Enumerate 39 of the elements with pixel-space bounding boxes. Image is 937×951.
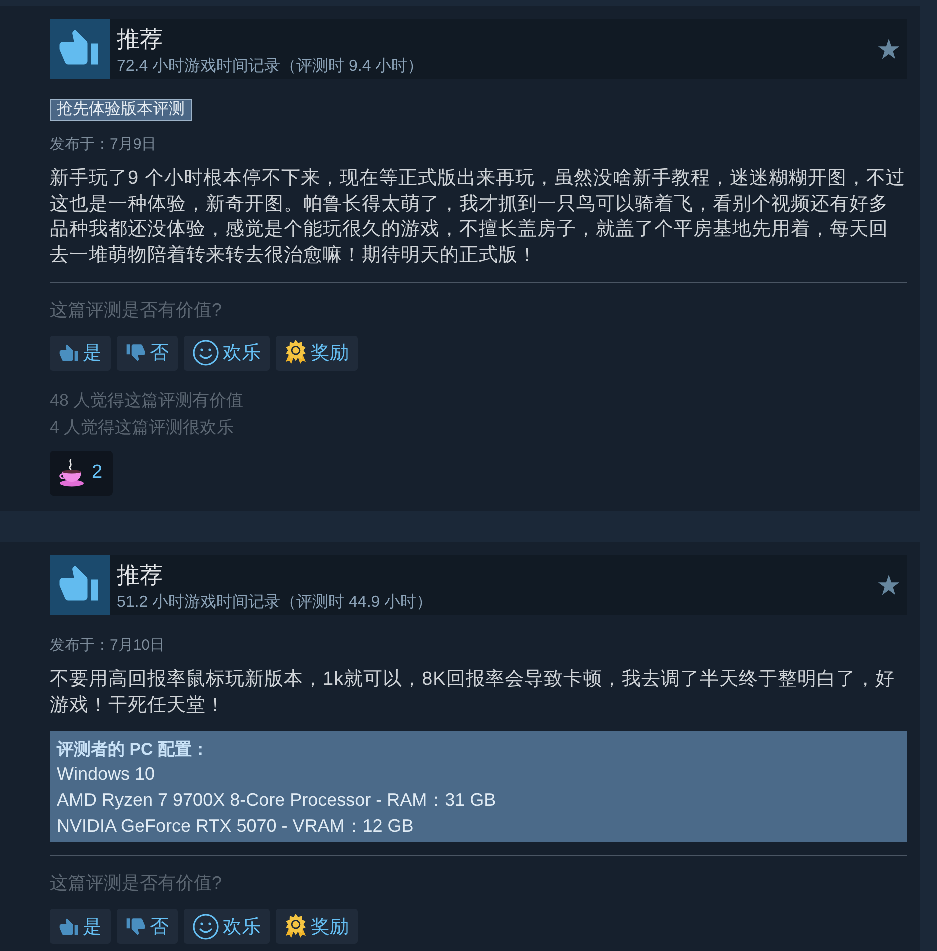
teacup-icon [59, 459, 85, 488]
yes-button[interactable]: 是 [50, 336, 111, 371]
verdict-title: 推荐 [117, 25, 164, 53]
vote-count-text: 48 人觉得这篇评测有价值 [50, 390, 245, 412]
smiley-icon [193, 340, 219, 366]
early-access-tag: 抢先体验版本评测 [50, 99, 192, 121]
no-button[interactable]: 否 [117, 336, 178, 371]
helpful-prompt: 这篇评测是否有价值? [50, 298, 224, 321]
review-text: 不要用高回报率鼠标玩新版本，1k就可以，8K回报率会导致卡顿，我去调了半天终于整明白了，好游戏！干死任天堂！ [50, 668, 896, 718]
pc-specs-title: 评测者的 PC 配置： [57, 739, 210, 762]
award-button[interactable]: 奖励 [276, 909, 358, 944]
post-date: 发布于：7月9日 [50, 136, 158, 154]
thumbs-up-icon [50, 554, 110, 615]
smiley-icon [193, 914, 219, 940]
award-button[interactable]: 奖励 [276, 336, 358, 371]
pc-spec-line: AMD Ryzen 7 9700X 8-Core Processor - RAM：31 GB [57, 789, 498, 812]
thumbs-up-icon [59, 343, 79, 364]
playtime-text: 72.4 小时游戏时间记录（评测时 9.4 小时） [117, 57, 424, 77]
star-icon [878, 574, 900, 596]
medal-icon [285, 340, 307, 366]
pc-spec-line: Windows 10 [57, 763, 156, 786]
star-icon [878, 39, 900, 60]
playtime-text: 51.2 小时游戏时间记录（评测时 44.9 小时） [117, 592, 433, 613]
thumbs-down-icon [126, 916, 146, 937]
funny-button[interactable]: 欢乐 [184, 336, 270, 371]
thumbs-up-icon [50, 19, 110, 79]
vote-count-text: 4 人觉得这篇评测很欢乐 [50, 416, 236, 439]
medal-icon [285, 914, 307, 940]
helpful-prompt: 这篇评测是否有价值? [50, 872, 224, 894]
verdict-title: 推荐 [117, 560, 164, 589]
review-text: 新手玩了9 个小时根本停不下来，现在等正式版出来再玩，虽然没啥新手教程，迷迷糊糊开图，不过这也是一种体验，新奇开图。帕鲁长得太萌了，我才抓到一只鸟可以骑着飞，看别个视频还有好多品种我都还没体验，感觉是个能玩很久的游戏，不擅长盖房子，就盖了个平房基地先用着，每天回去一堆萌物陪着转来转去很治愈嘛！期待明天的正式版！ [50, 167, 906, 268]
pc-spec-line: NVIDIA GeForce RTX 5070 - VRAM：12 GB [57, 815, 415, 838]
no-button[interactable]: 否 [117, 909, 178, 944]
post-date: 发布于：7月10日 [50, 636, 166, 655]
award-reaction-button[interactable]: 2 [50, 450, 113, 496]
thumbs-up-icon [59, 916, 79, 937]
thumbs-down-icon [126, 343, 146, 364]
yes-button[interactable]: 是 [50, 909, 111, 944]
funny-button[interactable]: 欢乐 [184, 909, 270, 944]
